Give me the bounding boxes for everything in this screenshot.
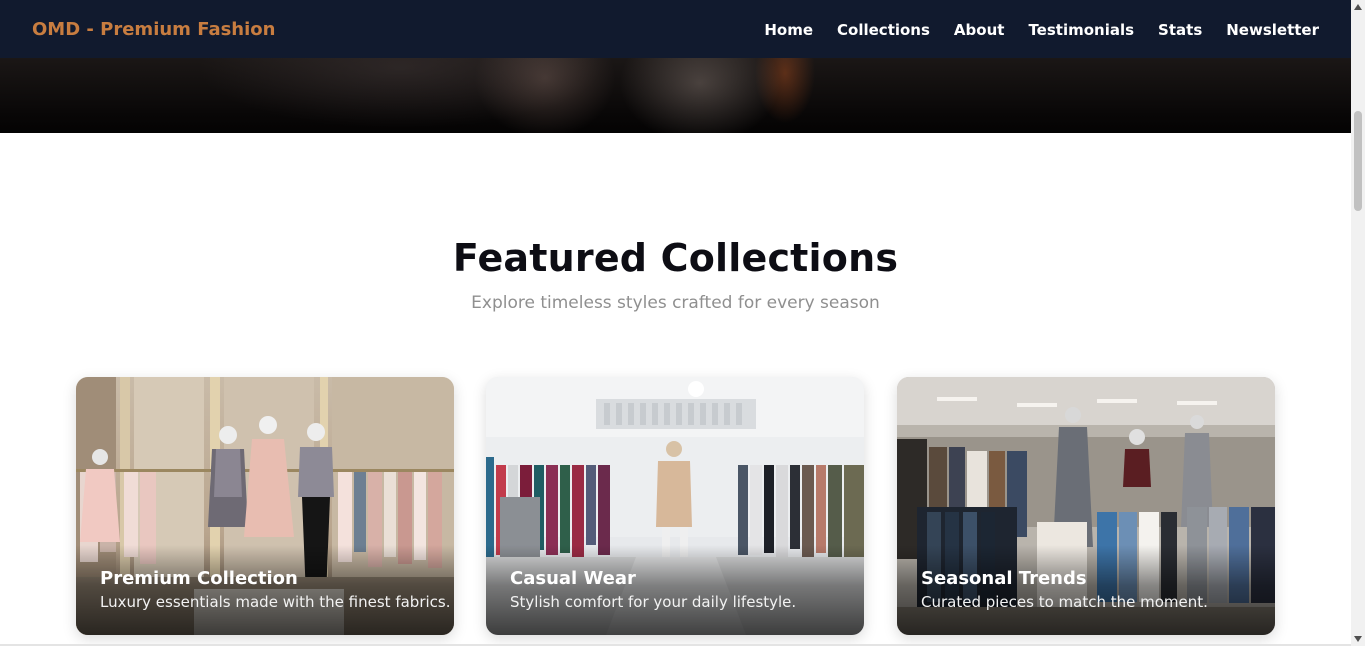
scroll-down-arrow-icon[interactable]	[1351, 632, 1365, 646]
hero-banner-image	[0, 58, 1351, 133]
nav-link-collections[interactable]: Collections	[837, 19, 930, 41]
nav-link-stats[interactable]: Stats	[1158, 19, 1202, 41]
nav-link-newsletter[interactable]: Newsletter	[1226, 19, 1319, 41]
vertical-scrollbar[interactable]	[1351, 0, 1365, 646]
card-description: Stylish comfort for your daily lifestyle…	[510, 593, 797, 611]
card-title: Casual Wear	[510, 568, 636, 589]
card-title: Premium Collection	[100, 568, 298, 589]
featured-collections-heading: Featured Collections	[452, 236, 899, 280]
collection-card-casual[interactable]: Casual Wear Stylish comfort for your dai…	[486, 377, 864, 635]
top-navbar: OMD - Premium Fashion Home Collections A…	[0, 0, 1351, 58]
nav-link-about[interactable]: About	[954, 19, 1005, 41]
page: OMD - Premium Fashion Home Collections A…	[0, 0, 1351, 646]
collection-card-premium[interactable]: Premium Collection Luxury essentials mad…	[76, 377, 454, 635]
card-title: Seasonal Trends	[921, 568, 1087, 589]
scrollbar-thumb[interactable]	[1354, 111, 1362, 211]
brand-logo-text[interactable]: OMD - Premium Fashion	[32, 18, 275, 42]
card-description: Curated pieces to match the moment.	[921, 593, 1208, 611]
featured-collections-subtitle: Explore timeless styles crafted for ever…	[471, 293, 880, 313]
scroll-up-arrow-icon[interactable]	[1351, 0, 1365, 14]
collection-card-seasonal[interactable]: Seasonal Trends Curated pieces to match …	[897, 377, 1275, 635]
nav-link-testimonials[interactable]: Testimonials	[1028, 19, 1134, 41]
main-nav: Home Collections About Testimonials Stat…	[764, 19, 1319, 41]
nav-link-home[interactable]: Home	[764, 19, 813, 41]
card-description: Luxury essentials made with the finest f…	[100, 593, 451, 611]
